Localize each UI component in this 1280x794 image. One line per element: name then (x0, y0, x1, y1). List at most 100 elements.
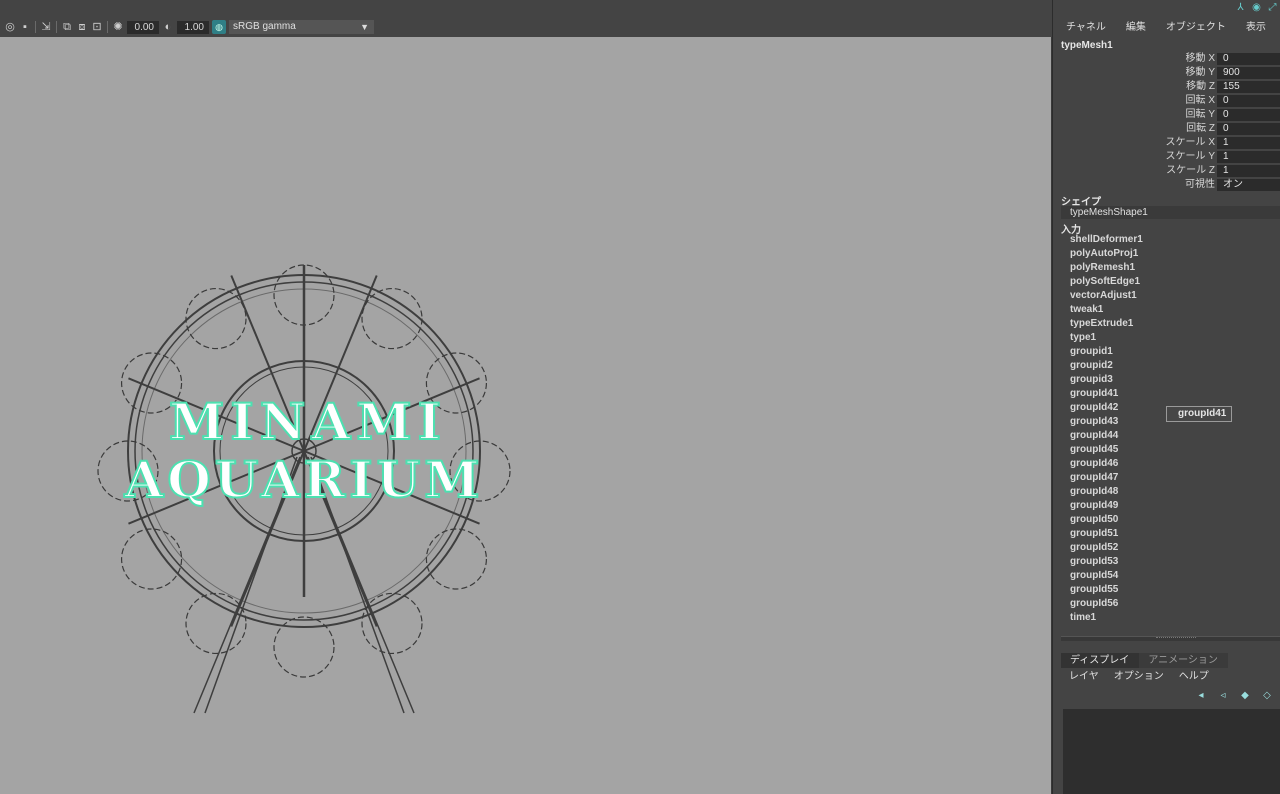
tab-animation[interactable]: アニメーション (1139, 653, 1228, 668)
panel-splitter[interactable] (1061, 636, 1280, 641)
attribute-label: 移動 Z (1186, 81, 1215, 92)
input-node-item[interactable]: groupId49 (1053, 499, 1280, 513)
attribute-value-field[interactable]: 900 (1217, 67, 1280, 79)
move-layer-up-icon[interactable]: ◂ (1194, 689, 1208, 701)
attribute-row[interactable]: 回転 Z0 (1053, 122, 1280, 136)
attribute-label: スケール Z (1166, 165, 1215, 176)
input-node-item[interactable]: groupId47 (1053, 471, 1280, 485)
attribute-row[interactable]: 移動 Y 900 (1053, 66, 1280, 80)
hierarchy-icon[interactable]: ⅄ (1235, 2, 1246, 13)
attribute-label: 回転 X (1185, 95, 1215, 106)
attribute-list: 移動 X 0 移動 Y 900 移動 Z 155 回転 X 0 回転 Y 0 回転 Z 0 スケール X… (1053, 52, 1280, 192)
shape-node-label: typeMeshShape1 (1070, 207, 1148, 218)
input-node-item[interactable]: tweak1 (1053, 303, 1280, 317)
attribute-value-field[interactable]: 155 (1217, 81, 1280, 93)
grid-toggle-icon[interactable]: ▪ (19, 21, 31, 33)
tool-settings-icon[interactable]: ⤢ (1267, 2, 1278, 13)
channel-box-panel: ⅄ ◉ ⤢ チャネル 編集 オブジェクト 表示 typeMesh1 移動 X0移… (1052, 0, 1280, 794)
tooltip: groupId41 (1166, 406, 1233, 422)
attribute-value-field[interactable]: 1 (1217, 151, 1280, 163)
isolate-select-icon[interactable]: ⊡ (91, 21, 103, 33)
toolbar-divider (35, 21, 36, 33)
exposure-field[interactable]: 0.00 (127, 20, 159, 34)
attribute-row[interactable]: スケール X1 (1053, 136, 1280, 150)
input-node-item[interactable]: groupid3 (1053, 373, 1280, 387)
input-node-item[interactable]: groupId46 (1053, 457, 1280, 471)
attribute-row[interactable]: スケール Z1 (1053, 164, 1280, 178)
attribute-row[interactable]: 移動 X0 (1053, 52, 1280, 66)
attribute-value-field[interactable]: 0 (1217, 123, 1280, 135)
gamma-icon[interactable]: ◐ (162, 21, 174, 33)
input-node-item[interactable]: groupid2 (1053, 359, 1280, 373)
wireframe-on-shaded-icon[interactable]: ⧉ (61, 21, 73, 33)
menu-object[interactable]: オブジェクト (1153, 20, 1233, 36)
exposure-icon[interactable]: ✺ (112, 21, 124, 33)
menu-options[interactable]: オプション (1106, 670, 1171, 684)
move-layer-down-icon[interactable]: ◃ (1216, 689, 1230, 701)
input-node-item[interactable]: groupId55 (1053, 583, 1280, 597)
input-node-item[interactable]: shellDeformer1 (1053, 233, 1280, 247)
input-node-item[interactable]: groupId41 (1053, 387, 1280, 401)
attribute-row[interactable]: スケール Y1 (1053, 150, 1280, 164)
input-node-item[interactable]: groupid1 (1053, 345, 1280, 359)
layer-editor-menu: レイヤ オプション ヘルプ (1061, 670, 1216, 684)
menu-edit[interactable]: 編集 (1113, 20, 1153, 36)
attribute-label: 移動 X (1185, 53, 1215, 64)
splitter-grip (1156, 637, 1196, 640)
input-node-item[interactable]: typeExtrude1 (1053, 317, 1280, 331)
attribute-value-field[interactable]: 0 (1217, 53, 1280, 65)
attribute-value-field[interactable]: オン (1217, 179, 1280, 191)
input-node-item[interactable]: vectorAdjust1 (1053, 289, 1280, 303)
object-name[interactable]: typeMesh1 (1061, 40, 1113, 51)
attribute-value-field[interactable]: 1 (1217, 165, 1280, 177)
menu-help[interactable]: ヘルプ (1171, 670, 1216, 684)
3d-viewport[interactable]: MINAMI AQUARIUM (0, 37, 1051, 794)
view-transform-dropdown[interactable]: sRGB gamma ▼ (229, 20, 374, 34)
attribute-value-field[interactable]: 1 (1217, 137, 1280, 149)
channel-box-menu: チャネル 編集 オブジェクト 表示 (1053, 20, 1273, 36)
ferris-wheel-model: MINAMI AQUARIUM (97, 264, 511, 714)
attribute-value-field[interactable]: 0 (1217, 95, 1280, 107)
input-node-item[interactable]: groupId52 (1053, 541, 1280, 555)
menu-channels[interactable]: チャネル (1053, 20, 1113, 36)
input-node-item[interactable]: groupId53 (1053, 555, 1280, 569)
color-management-icon[interactable]: ◍ (212, 20, 226, 34)
input-node-item[interactable]: groupId56 (1053, 597, 1280, 611)
attribute-row[interactable]: 回転 Y0 (1053, 108, 1280, 122)
input-node-item[interactable]: groupId54 (1053, 569, 1280, 583)
tab-display[interactable]: ディスプレイ (1061, 653, 1140, 668)
xray-icon[interactable]: ⧈ (76, 21, 88, 33)
viewport-toolbar: ◎ ▪ ⇲ ⧉ ⧈ ⊡ ✺ 0.00 ◐ 1.00 ◍ sRGB gamma ▼ (0, 17, 1052, 37)
input-node-item[interactable]: groupId51 (1053, 527, 1280, 541)
panel-top-icons: ⅄ ◉ ⤢ (1235, 2, 1278, 13)
new-layer-from-selection-icon[interactable]: ◇ (1260, 689, 1274, 701)
input-node-item[interactable]: polyRemesh1 (1053, 261, 1280, 275)
input-node-item[interactable]: type1 (1053, 331, 1280, 345)
shape-node-row[interactable]: typeMeshShape1 (1061, 206, 1280, 219)
layer-icons: ◂ ◃ ◆ ◇ (1194, 689, 1274, 701)
panel-title-strip (0, 0, 1052, 18)
menu-layers[interactable]: レイヤ (1061, 670, 1106, 684)
input-node-item[interactable]: groupId45 (1053, 443, 1280, 457)
view-transform-value: sRGB gamma (233, 21, 296, 32)
input-node-item[interactable]: groupId50 (1053, 513, 1280, 527)
attribute-editor-icon[interactable]: ◉ (1251, 2, 1262, 13)
toolbar-divider (107, 21, 108, 33)
select-camera-icon[interactable]: ⇲ (40, 21, 52, 33)
attribute-row[interactable]: 回転 X0 (1053, 94, 1280, 108)
attribute-value-field[interactable]: 0 (1217, 109, 1280, 121)
attribute-row[interactable]: 可視性 オン (1053, 178, 1280, 192)
camera-attributes-icon[interactable]: ◎ (4, 21, 16, 33)
menu-show[interactable]: 表示 (1233, 20, 1273, 36)
attribute-label: スケール Y (1165, 151, 1215, 162)
input-node-item[interactable]: time1 (1053, 611, 1280, 625)
new-empty-layer-icon[interactable]: ◆ (1238, 689, 1252, 701)
input-node-item[interactable]: polySoftEdge1 (1053, 275, 1280, 289)
input-node-item[interactable]: groupId44 (1053, 429, 1280, 443)
input-node-item[interactable]: groupId48 (1053, 485, 1280, 499)
attribute-label: 移動 Y (1185, 67, 1215, 78)
layer-list[interactable] (1063, 709, 1280, 794)
gamma-field[interactable]: 1.00 (177, 20, 209, 34)
input-node-item[interactable]: polyAutoProj1 (1053, 247, 1280, 261)
attribute-row[interactable]: 移動 Z 155 (1053, 80, 1280, 94)
